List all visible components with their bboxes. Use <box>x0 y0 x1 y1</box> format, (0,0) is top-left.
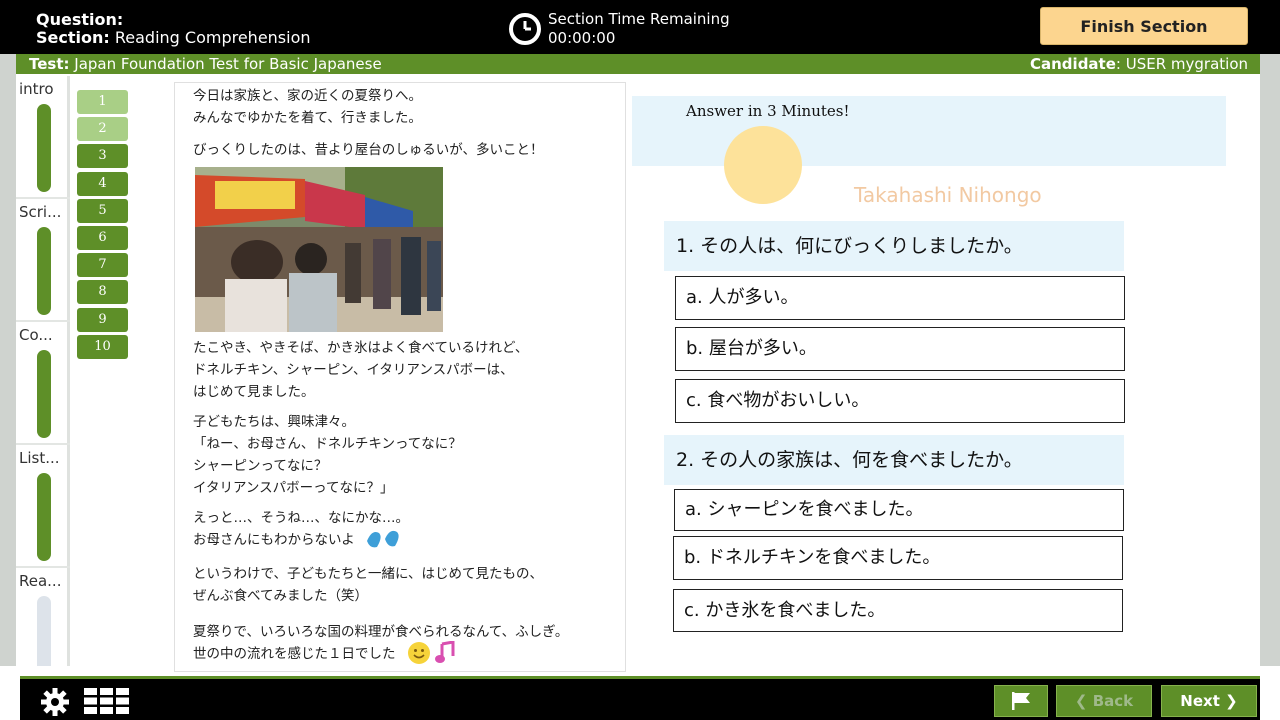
candidate-label: Candidate <box>1030 55 1116 73</box>
gear-icon[interactable] <box>36 687 74 717</box>
question-number-button[interactable]: 8 <box>77 280 128 305</box>
rail-item-conversation[interactable]: Co... <box>16 322 70 445</box>
q2-option-a[interactable]: a. シャーピンを食べました。 <box>674 489 1124 531</box>
reading-passage: 今日は家族と、家の近くの夏祭りへ。 みんなでゆかたを着て、行きました。 びっくり… <box>174 82 626 672</box>
section-rail: intro Scri... Co... List... Rea... <box>16 76 70 666</box>
chevron-right-icon: ❯ <box>1225 692 1238 710</box>
section-progress-bar <box>37 104 51 192</box>
passage-paragraph: 夏祭りで、いろいろな国の料理が食べられるなんて、ふしぎ。 世の中の流れを感じた１… <box>193 624 569 662</box>
rail-label: List... <box>19 449 60 467</box>
q2-option-b[interactable]: b. ドネルチキンを食べました。 <box>673 536 1123 580</box>
passage-paragraph: たこやき、やきそば、かき氷はよく食べているけれど、 ドネルチキン、シャーピン、イ… <box>193 340 529 400</box>
next-label: Next <box>1180 692 1220 710</box>
back-label: Back <box>1092 692 1134 710</box>
section-label: Section: <box>36 28 110 47</box>
question-label: Question: <box>36 10 124 29</box>
banner-text: Answer in 3 Minutes! <box>686 102 850 120</box>
brand-logo-text: Takahashi Nihongo <box>854 183 1042 207</box>
section-timer: Section Time Remaining 00:00:00 <box>548 10 730 48</box>
left-gutter <box>0 54 16 666</box>
test-info-bar: Test: Japan Foundation Test for Basic Ja… <box>16 54 1260 74</box>
rail-item-listening[interactable]: List... <box>16 445 70 568</box>
timer-title: Section Time Remaining <box>548 10 730 28</box>
candidate-name: : USER mygration <box>1115 55 1248 73</box>
timer-value: 00:00:00 <box>548 29 616 47</box>
finish-section-button[interactable]: Finish Section <box>1040 7 1248 45</box>
rail-item-reading[interactable]: Rea... <box>16 568 70 691</box>
smile-emoji-icon <box>408 642 430 664</box>
section-progress-bar <box>37 227 51 315</box>
flag-button[interactable] <box>994 685 1048 717</box>
section-progress-bar <box>37 596 51 666</box>
chevron-left-icon: ❮ <box>1074 692 1088 710</box>
q1-option-a[interactable]: a. 人が多い。 <box>675 276 1125 320</box>
rail-item-intro[interactable]: intro <box>16 76 70 199</box>
festival-photo <box>195 167 443 332</box>
section-progress-bar <box>37 473 51 561</box>
q2-option-c[interactable]: c. かき氷を食べました。 <box>673 589 1123 632</box>
back-button[interactable]: ❮ Back <box>1056 685 1152 717</box>
question-number-button[interactable]: 6 <box>77 226 128 250</box>
grid-menu-icon[interactable] <box>84 688 130 714</box>
question-number-button[interactable]: 7 <box>77 253 128 278</box>
clock-icon <box>509 13 541 45</box>
passage-paragraph: というわけで、子どもたちと一緒に、はじめて見たもの、 ぜんぶ食べてみました（笑） <box>193 566 544 604</box>
question-number-button[interactable]: 10 <box>77 334 128 359</box>
question-number-button[interactable]: 3 <box>77 144 128 169</box>
question-number-button[interactable]: 1 <box>77 90 128 114</box>
logo-circle <box>724 126 802 204</box>
question-section-info: Question: Section: Reading Comprehension <box>36 11 311 47</box>
question-number-button[interactable]: 2 <box>77 117 128 142</box>
test-name: Japan Foundation Test for Basic Japanese <box>74 55 382 73</box>
passage-paragraph: 子どもたちは、興味津々。 「ねー、お母さん、ドネルチキンってなに？ シャーピンっ… <box>193 414 462 496</box>
next-button[interactable]: Next ❯ <box>1161 685 1257 717</box>
passage-paragraph: 今日は家族と、家の近くの夏祭りへ。 みんなでゆかたを着て、行きました。 <box>193 88 422 126</box>
rail-item-script[interactable]: Scri... <box>16 199 70 322</box>
flag-icon <box>1012 692 1030 710</box>
section-value: Reading Comprehension <box>114 28 311 47</box>
passage-paragraph: びっくりしたのは、昔より屋台のしゅるいが、多いこと！ <box>193 142 544 158</box>
q1-option-b[interactable]: b. 屋台が多い。 <box>675 327 1125 371</box>
test-label: Test: <box>29 55 70 73</box>
question-number-button[interactable]: 9 <box>77 307 128 332</box>
question-number-button[interactable]: 5 <box>77 198 128 223</box>
question-1-heading: 1. その人は、何にびっくりしましたか。 <box>664 221 1124 271</box>
q1-option-c[interactable]: c. 食べ物がおいしい。 <box>675 379 1125 423</box>
question-2-heading: 2. その人の家族は、何を食べましたか。 <box>664 435 1124 485</box>
rail-label: Scri... <box>19 203 62 221</box>
section-progress-bar <box>37 350 51 438</box>
rail-label: intro <box>19 80 54 98</box>
rail-label: Rea... <box>19 572 62 590</box>
sweat-drops-icon <box>367 530 399 548</box>
question-number-button[interactable]: 4 <box>77 171 128 196</box>
right-gutter <box>1260 54 1280 666</box>
answer-time-banner: Answer in 3 Minutes! <box>632 96 1226 166</box>
music-note-icon <box>435 641 455 663</box>
rail-label: Co... <box>19 326 53 344</box>
